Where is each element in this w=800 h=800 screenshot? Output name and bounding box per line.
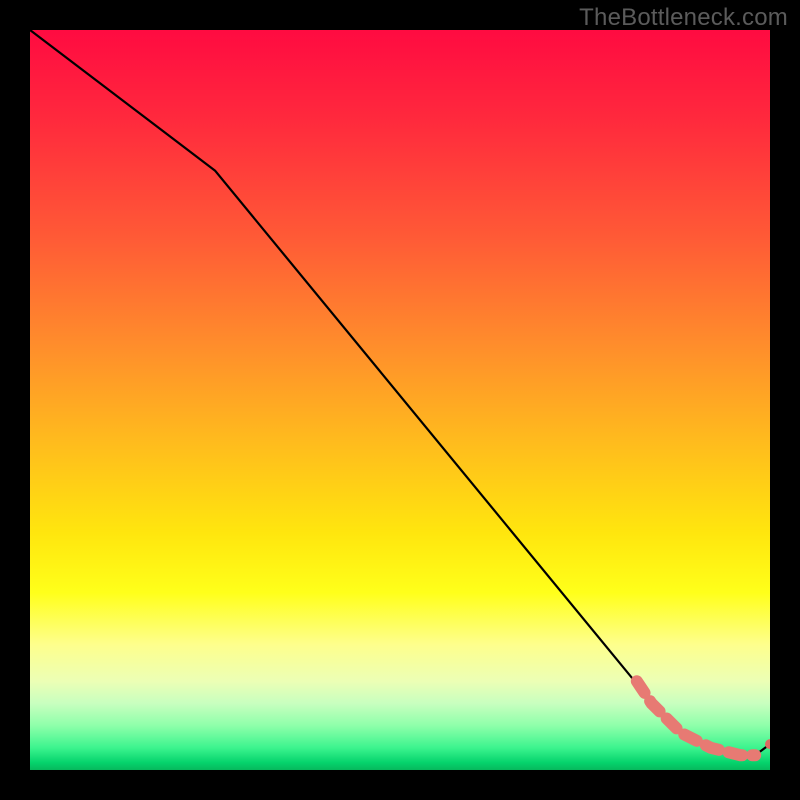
watermark-text: TheBottleneck.com bbox=[579, 4, 788, 32]
highlight-dash bbox=[637, 681, 755, 755]
plot-area bbox=[30, 30, 770, 770]
bottleneck-curve bbox=[30, 30, 770, 755]
plot-overlay bbox=[30, 30, 770, 770]
chart-frame: TheBottleneck.com bbox=[0, 0, 800, 800]
highlight-segment bbox=[637, 681, 755, 755]
